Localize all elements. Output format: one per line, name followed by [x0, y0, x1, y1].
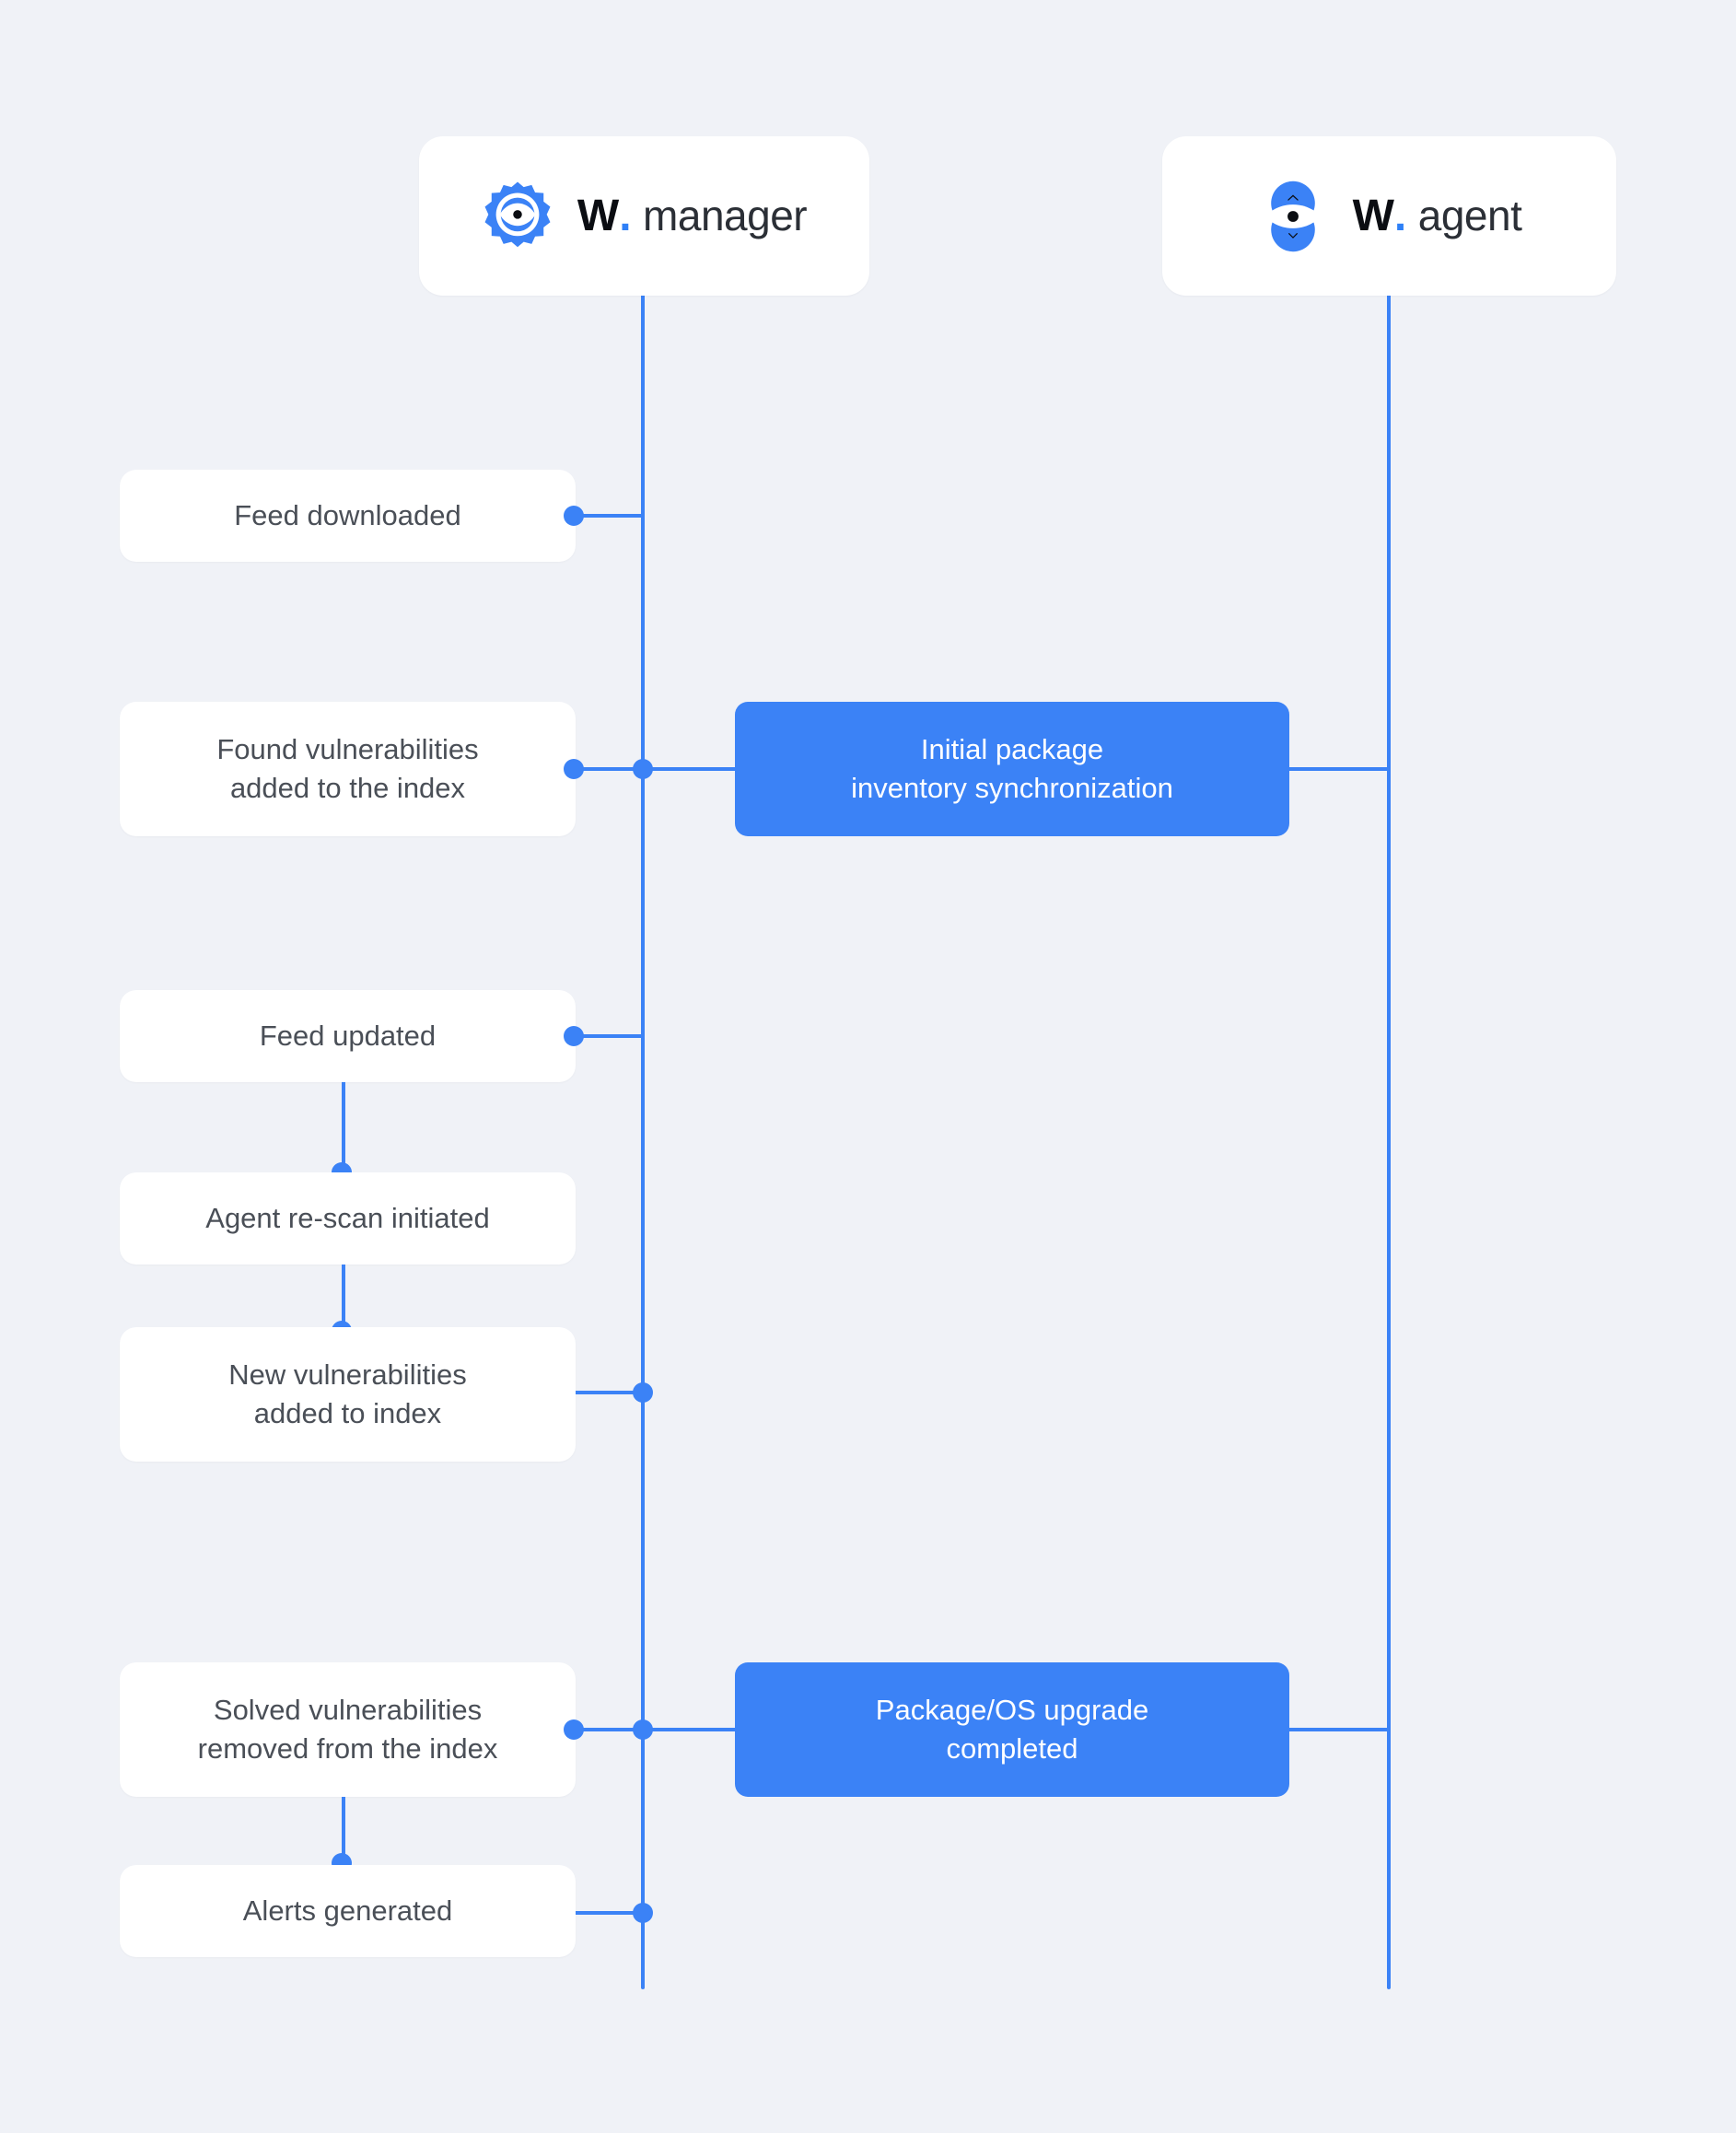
connector-initial-sync-to-agent: [1287, 767, 1391, 771]
initial-sync-line-1: Initial package: [920, 732, 1104, 765]
node-initial-sync-manager: [633, 759, 653, 779]
agent-wordmark: W. agent: [1353, 191, 1522, 241]
participant-manager[interactable]: W. manager: [419, 136, 869, 296]
package-upgrade-line-1: Package/OS upgrade: [875, 1693, 1149, 1726]
event-label-feed-downloaded: Feed downloaded: [234, 499, 461, 532]
event-box-feed-downloaded[interactable]: Feed downloaded: [120, 470, 576, 562]
connector-initial-sync-to-manager: [574, 767, 740, 771]
new-vulns-line-2: added to index: [253, 1397, 442, 1429]
node-solved-vulns: [564, 1719, 584, 1740]
event-label-alerts-generated: Alerts generated: [242, 1894, 453, 1928]
node-feed-updated: [564, 1026, 584, 1046]
event-box-solved-vulns[interactable]: Solved vulnerabilities removed from the …: [120, 1662, 576, 1797]
connector-feed-updated: [574, 1034, 645, 1038]
event-box-alerts-generated[interactable]: Alerts generated: [120, 1865, 576, 1957]
node-alerts-lifeline: [633, 1903, 653, 1923]
solved-vulns-line-2: removed from the index: [197, 1732, 498, 1765]
double-circle-eye-icon: [1264, 181, 1321, 251]
event-box-new-vulns[interactable]: New vulnerabilities added to index: [120, 1327, 576, 1462]
participant-name-manager: manager: [643, 192, 808, 239]
gear-eye-icon: [484, 181, 551, 247]
connector-feed-updated-to-rescan: [342, 1082, 345, 1172]
found-vulns-line-2: added to the index: [229, 772, 466, 804]
participant-name-agent: agent: [1417, 192, 1522, 239]
manager-wordmark: W. manager: [577, 191, 808, 241]
event-label-new-vulns: New vulnerabilities added to index: [228, 1356, 466, 1432]
node-feed-downloaded: [564, 506, 584, 526]
event-box-agent-rescan[interactable]: Agent re-scan initiated: [120, 1172, 576, 1265]
brand-dot: .: [1393, 192, 1406, 240]
event-label-found-vulns: Found vulnerabilities added to the index: [216, 730, 478, 807]
message-label-initial-sync: Initial package inventory synchronizatio…: [851, 730, 1173, 808]
sequence-diagram: W. manager W. agent Feed downloaded Found …: [0, 0, 1736, 2133]
brand-letter: W: [577, 192, 619, 240]
event-box-found-vulns[interactable]: Found vulnerabilities added to the index: [120, 702, 576, 836]
solved-vulns-line-1: Solved vulnerabilities: [213, 1694, 483, 1727]
node-package-upgrade-manager: [633, 1719, 653, 1740]
event-label-solved-vulns: Solved vulnerabilities removed from the …: [198, 1691, 498, 1767]
message-label-package-upgrade: Package/OS upgrade completed: [876, 1691, 1148, 1768]
connector-feed-downloaded: [574, 514, 645, 518]
node-new-vulns-lifeline: [633, 1382, 653, 1403]
connector-package-upgrade-to-manager: [574, 1728, 740, 1731]
lifeline-agent: [1387, 293, 1391, 1989]
event-label-feed-updated: Feed updated: [259, 1020, 437, 1053]
message-box-initial-sync[interactable]: Initial package inventory synchronizatio…: [735, 702, 1289, 836]
found-vulns-line-1: Found vulnerabilities: [216, 733, 479, 766]
initial-sync-line-2: inventory synchronization: [851, 772, 1173, 804]
participant-agent[interactable]: W. agent: [1162, 136, 1616, 296]
event-label-agent-rescan: Agent re-scan initiated: [205, 1202, 490, 1235]
new-vulns-line-1: New vulnerabilities: [228, 1358, 467, 1392]
brand-letter: W: [1352, 192, 1394, 240]
message-box-package-upgrade[interactable]: Package/OS upgrade completed: [735, 1662, 1289, 1797]
event-box-feed-updated[interactable]: Feed updated: [120, 990, 576, 1082]
node-found-vulns: [564, 759, 584, 779]
brand-dot: .: [619, 192, 632, 240]
package-upgrade-line-2: completed: [946, 1732, 1078, 1765]
connector-package-upgrade-to-agent: [1287, 1728, 1391, 1731]
